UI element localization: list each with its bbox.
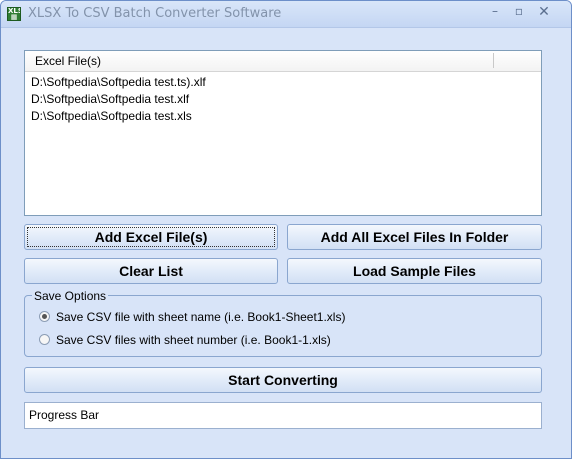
save-options-label: Save Options — [32, 289, 109, 303]
add-excel-files-button[interactable]: Add Excel File(s) — [24, 224, 278, 250]
progress-bar: Progress Bar — [24, 402, 542, 429]
list-item[interactable]: D:\Softpedia\Softpedia test.ts).xlf — [25, 74, 541, 91]
spreadsheet-icon: XLS▦ — [7, 7, 21, 21]
radio-unselected-icon[interactable] — [39, 334, 50, 345]
column-separator[interactable] — [493, 53, 494, 68]
maximize-icon[interactable]: ▫ — [508, 4, 530, 22]
close-icon[interactable]: ✕ — [533, 4, 555, 22]
list-item[interactable]: D:\Softpedia\Softpedia test.xls — [25, 108, 541, 125]
radio-selected-icon[interactable] — [39, 311, 50, 322]
list-column-header[interactable]: Excel File(s) — [25, 51, 541, 72]
app-window: XLS▦ XLSX To CSV Batch Converter Softwar… — [0, 0, 572, 459]
clear-list-button[interactable]: Clear List — [24, 258, 278, 284]
window-title: XLSX To CSV Batch Converter Software — [28, 6, 282, 21]
title-bar[interactable]: XLS▦ XLSX To CSV Batch Converter Softwar… — [1, 1, 571, 28]
start-converting-button[interactable]: Start Converting — [24, 367, 542, 393]
minimize-icon[interactable]: – — [484, 4, 506, 22]
load-sample-files-button[interactable]: Load Sample Files — [287, 258, 542, 284]
list-item[interactable]: D:\Softpedia\Softpedia test.xlf — [25, 91, 541, 108]
add-folder-button[interactable]: Add All Excel Files In Folder — [287, 224, 542, 250]
excel-file-list[interactable]: Excel File(s) D:\Softpedia\Softpedia tes… — [24, 50, 542, 216]
column-header-label: Excel File(s) — [35, 54, 102, 68]
